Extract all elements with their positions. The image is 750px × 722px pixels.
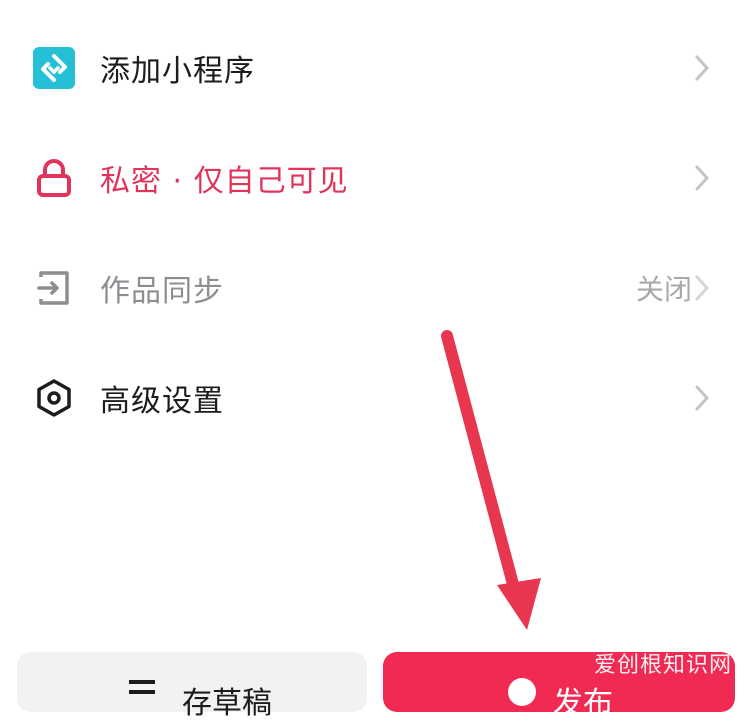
draft-icon	[129, 680, 155, 694]
menu-item-label: 高级设置	[100, 384, 224, 419]
chevron-right-icon	[695, 165, 710, 191]
sync-status-value: 关闭	[635, 273, 692, 306]
chevron-right-icon	[695, 385, 710, 411]
publish-icon	[508, 678, 536, 706]
hexagon-settings-icon	[33, 377, 75, 419]
lock-icon	[33, 157, 75, 199]
menu-item-label: 作品同步	[100, 274, 224, 309]
menu-item-label: 私密 · 仅自己可见	[100, 164, 349, 199]
exit-sync-icon	[33, 267, 75, 309]
menu-item-privacy[interactable]: 私密 · 仅自己可见	[0, 128, 750, 228]
menu-item-label: 添加小程序	[100, 54, 255, 89]
mini-program-icon	[33, 47, 75, 89]
watermark: 爱创根知识网	[593, 653, 732, 678]
menu-item-sync[interactable]: 作品同步 关闭	[0, 238, 750, 338]
save-draft-button[interactable]: 存草稿	[17, 652, 367, 721]
chevron-right-icon	[695, 275, 710, 301]
menu-item-mini-program[interactable]: 添加小程序	[0, 18, 750, 118]
publish-label: 发布	[553, 686, 613, 721]
save-draft-label: 存草稿	[182, 686, 272, 721]
menu-item-advanced-settings[interactable]: 高级设置	[0, 348, 750, 448]
chevron-right-icon	[695, 55, 710, 81]
